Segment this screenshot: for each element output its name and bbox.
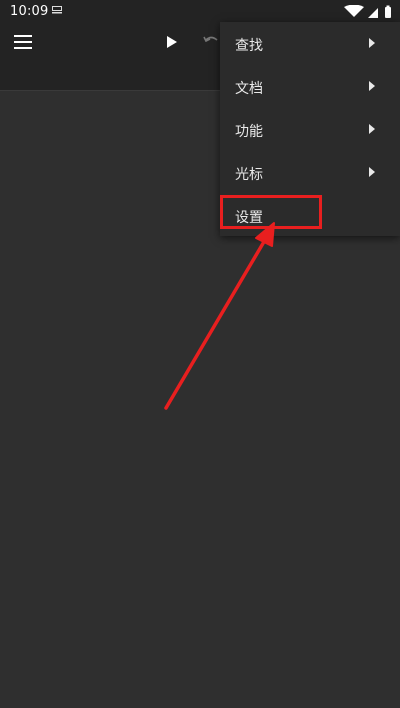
menu-item-function[interactable]: 功能 <box>220 108 400 150</box>
play-icon[interactable] <box>164 33 180 51</box>
editor-screen: 10:09 查找 文档 功能 光标 设置 <box>0 0 400 708</box>
menu-icon[interactable] <box>14 34 34 50</box>
signal-icon <box>368 8 378 18</box>
battery-icon <box>385 5 391 18</box>
menu-item-search[interactable]: 查找 <box>220 22 400 64</box>
submenu-arrow-icon <box>369 167 375 177</box>
menu-item-label: 功能 <box>235 124 263 140</box>
status-bar: 10:09 <box>0 0 400 24</box>
menu-item-settings[interactable]: 设置 <box>220 194 400 236</box>
menu-item-label: 文档 <box>235 81 263 97</box>
undo-icon[interactable] <box>202 32 220 50</box>
wifi-icon <box>344 5 364 17</box>
status-icons <box>344 5 391 18</box>
menu-item-label: 设置 <box>235 210 263 226</box>
notification-icon <box>52 6 62 14</box>
submenu-arrow-icon <box>369 124 375 134</box>
menu-item-cursor[interactable]: 光标 <box>220 151 400 193</box>
menu-item-label: 查找 <box>235 38 263 54</box>
overflow-menu: 查找 文档 功能 光标 设置 <box>220 22 400 236</box>
submenu-arrow-icon <box>369 81 375 91</box>
submenu-arrow-icon <box>369 38 375 48</box>
status-time: 10:09 <box>10 4 49 19</box>
menu-item-document[interactable]: 文档 <box>220 65 400 107</box>
menu-item-label: 光标 <box>235 167 263 183</box>
